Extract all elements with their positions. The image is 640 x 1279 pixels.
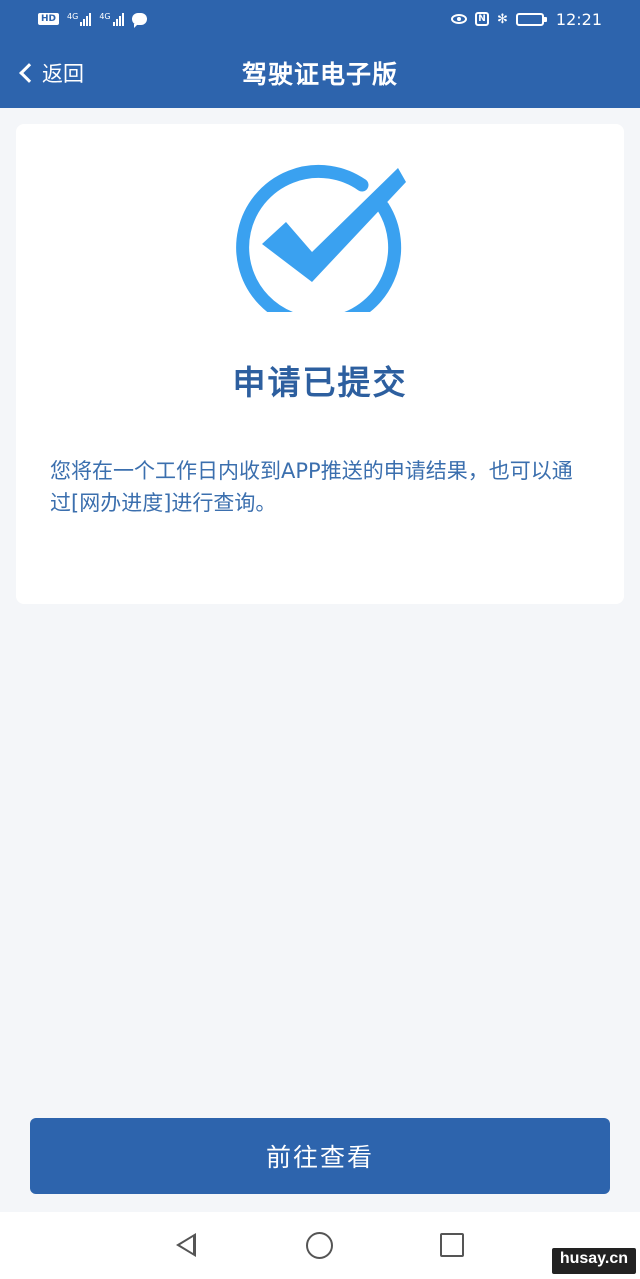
status-time: 12:21 bbox=[555, 9, 602, 29]
top-nav-bar: 返回 驾驶证电子版 bbox=[0, 38, 640, 108]
battery-icon bbox=[515, 12, 547, 26]
result-message: 您将在一个工作日内收到APP推送的申请结果，也可以通过[网办进度]进行查询。 bbox=[50, 459, 573, 515]
page-title: 驾驶证电子版 bbox=[241, 60, 398, 89]
status-bar: HD 4G 4G N ✻ 12:21 bbox=[0, 0, 640, 38]
system-nav-bar bbox=[0, 1212, 640, 1279]
hd-icon: HD bbox=[38, 13, 60, 25]
status-right: N ✻ 12:21 bbox=[450, 9, 602, 29]
signal-icon: 4G bbox=[67, 11, 92, 26]
network-type-label: 4G bbox=[67, 11, 79, 21]
watermark: husay.cn bbox=[551, 1248, 636, 1274]
nfc-icon: N bbox=[474, 12, 489, 26]
eye-icon bbox=[450, 14, 467, 24]
message-icon bbox=[131, 13, 147, 28]
view-now-button[interactable]: 前往查看 bbox=[30, 1118, 610, 1194]
screen: HD 4G 4G N ✻ 12:21 返回 驾驶证电子版 申请已提交 您将在一个… bbox=[0, 0, 640, 1279]
signal-icon: 4G bbox=[99, 11, 124, 26]
back-triangle-icon[interactable] bbox=[176, 1233, 196, 1257]
network-type-label: 4G bbox=[99, 11, 111, 21]
result-card: 申请已提交 您将在一个工作日内收到APP推送的申请结果，也可以通过[网办进度]进… bbox=[16, 124, 624, 604]
bluetooth-icon: ✻ bbox=[496, 11, 508, 27]
home-circle-icon[interactable] bbox=[306, 1232, 333, 1259]
status-left: HD 4G 4G bbox=[38, 11, 147, 28]
recent-square-icon[interactable] bbox=[440, 1233, 464, 1257]
result-title: 申请已提交 bbox=[232, 363, 408, 402]
check-circle-icon bbox=[236, 164, 406, 312]
